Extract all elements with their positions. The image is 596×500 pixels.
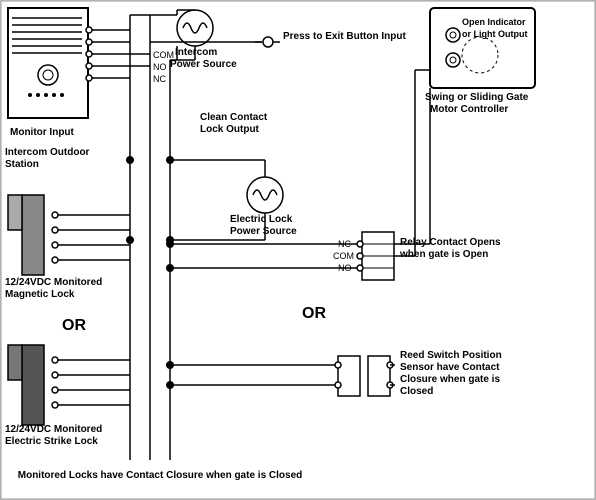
electric-lock-label: Electric Lock — [230, 214, 293, 225]
no-label: NO — [153, 62, 167, 72]
reed-switch-label3: Closure when gate is — [400, 374, 500, 385]
nc-label: NC — [153, 74, 166, 84]
wiring-diagram: Monitor Input Intercom Outdoor Station I… — [0, 0, 596, 500]
relay-com-label: COM — [333, 251, 354, 261]
intercom-power-label: Intercom — [175, 47, 217, 58]
press-to-exit-label: Press to Exit Button Input — [283, 31, 406, 42]
open-indicator-label: Open Indicator — [462, 17, 526, 27]
mag-lock-label2: Magnetic Lock — [5, 289, 75, 300]
reed-switch-label2: Sensor have Contact — [400, 362, 500, 373]
motor-controller-label: Swing or Sliding Gate — [425, 92, 529, 103]
clean-contact-label: Clean Contact — [200, 112, 268, 123]
electric-strike-label: 12/24VDC Monitored — [5, 424, 102, 435]
clean-contact-label2: Lock Output — [200, 124, 260, 135]
reed-switch-label: Reed Switch Position — [400, 350, 502, 361]
intercom-outdoor-label: Intercom Outdoor — [5, 147, 90, 158]
footer-label: Monitored Locks have Contact Closure whe… — [18, 470, 303, 481]
reed-switch-label4: Closed — [400, 386, 433, 397]
electric-strike-label2: Electric Strike Lock — [5, 436, 98, 447]
motor-controller-label2: Motor Controller — [430, 104, 508, 115]
or-label-2: OR — [62, 317, 86, 334]
relay-contact-label2: when gate is Open — [399, 249, 488, 260]
or-label-1: OR — [302, 305, 326, 322]
electric-lock-label2: Power Source — [230, 226, 297, 237]
open-indicator-label2: or Light Output — [462, 29, 527, 39]
intercom-outdoor-label2: Station — [5, 159, 39, 170]
monitor-input-label: Monitor Input — [10, 127, 75, 138]
com-label: COM — [153, 50, 174, 60]
mag-lock-label: 12/24VDC Monitored — [5, 277, 102, 288]
